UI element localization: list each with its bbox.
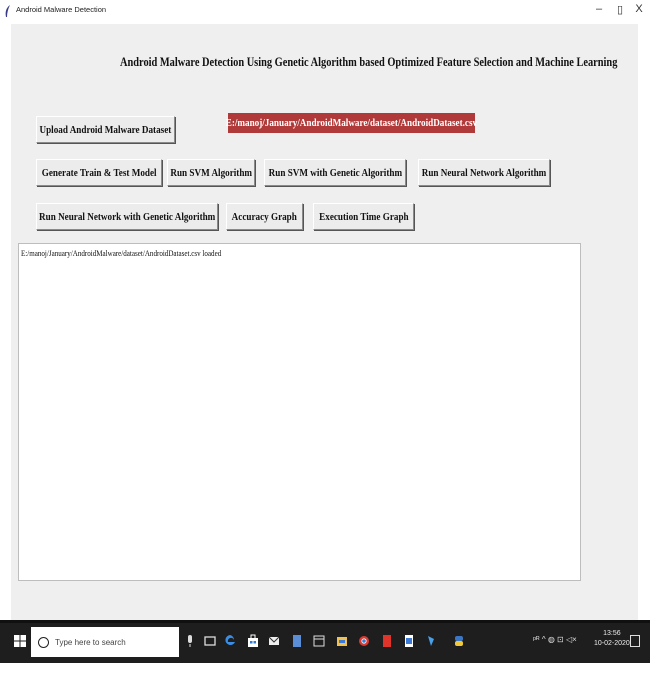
microphone-icon[interactable] — [184, 633, 196, 649]
file-explorer-icon[interactable] — [336, 633, 348, 649]
upload-dataset-label: Upload Android Malware Dataset — [39, 123, 172, 136]
search-placeholder: Type here to search — [55, 637, 126, 647]
minimize-button[interactable]: – — [590, 3, 608, 15]
run-svm-label: Run SVM Algorithm — [170, 166, 252, 179]
accuracy-graph-label: Accuracy Graph — [231, 210, 298, 223]
output-textarea[interactable]: E:/manoj/January/AndroidMalware/dataset/… — [18, 243, 581, 581]
task-view-icon[interactable] — [204, 633, 216, 649]
execution-time-graph-label: Execution Time Graph — [318, 210, 409, 223]
taskbar-main: Type here to search ᵖᴿ ^ ◍ ⊡ ◁× 13:56 10… — [0, 623, 650, 663]
clock-time: 13:56 — [603, 630, 621, 637]
execution-time-graph-button[interactable]: Execution Time Graph — [313, 203, 414, 230]
upload-dataset-button[interactable]: Upload Android Malware Dataset — [36, 116, 175, 143]
store-icon[interactable] — [247, 633, 259, 649]
python-app-icon[interactable] — [453, 633, 465, 649]
taskbar-search-box[interactable]: Type here to search — [31, 627, 179, 657]
mail-icon[interactable] — [268, 633, 280, 649]
run-svm-button[interactable]: Run SVM Algorithm — [167, 159, 255, 186]
window-app-icon[interactable] — [313, 633, 325, 649]
output-line: E:/manoj/January/AndroidMalware/dataset/… — [21, 248, 222, 258]
cortana-icon — [38, 636, 49, 648]
taskbar-clock[interactable]: 13:56 10-02-2020 — [594, 629, 630, 649]
run-nn-label: Run Neural Network Algorithm — [421, 166, 547, 179]
maximize-button[interactable]: ▯ — [611, 3, 629, 16]
window-title: Android Malware Detection — [16, 5, 107, 14]
run-nn-ga-label: Run Neural Network with Genetic Algorith… — [38, 210, 216, 223]
dataset-path-label: E:/manoj/January/AndroidMalware/dataset/… — [225, 113, 478, 133]
document-icon[interactable] — [403, 633, 415, 649]
chrome-icon[interactable] — [358, 633, 370, 649]
window-titlebar: Android Malware Detection – ▯ X — [0, 0, 650, 24]
run-nn-button[interactable]: Run Neural Network Algorithm — [418, 159, 550, 186]
clock-date: 10-02-2020 — [594, 640, 630, 647]
windows-start-icon[interactable] — [14, 635, 26, 647]
taskbar: Type here to search ᵖᴿ ^ ◍ ⊡ ◁× 13:56 10… — [0, 620, 650, 681]
generate-model-button[interactable]: Generate Train & Test Model — [36, 159, 162, 186]
blue-app-icon[interactable] — [425, 633, 437, 649]
dataset-path-text: E:/manoj/January/AndroidMalware/dataset/… — [225, 117, 478, 129]
notification-center-icon[interactable] — [630, 635, 640, 647]
run-nn-ga-button[interactable]: Run Neural Network with Genetic Algorith… — [36, 203, 218, 230]
notes-app-icon[interactable] — [291, 633, 303, 649]
page-title: Android Malware Detection Using Genetic … — [120, 55, 618, 69]
run-svm-ga-button[interactable]: Run SVM with Genetic Algorithm — [264, 159, 406, 186]
feather-icon — [5, 5, 10, 17]
run-svm-ga-label: Run SVM with Genetic Algorithm — [268, 166, 402, 179]
system-tray[interactable]: ᵖᴿ ^ ◍ ⊡ ◁× — [533, 635, 577, 644]
accuracy-graph-button[interactable]: Accuracy Graph — [226, 203, 303, 230]
close-button[interactable]: X — [630, 3, 648, 15]
edge-browser-icon[interactable] — [224, 633, 236, 649]
generate-model-label: Generate Train & Test Model — [41, 166, 157, 179]
pdf-reader-icon[interactable] — [381, 633, 393, 649]
